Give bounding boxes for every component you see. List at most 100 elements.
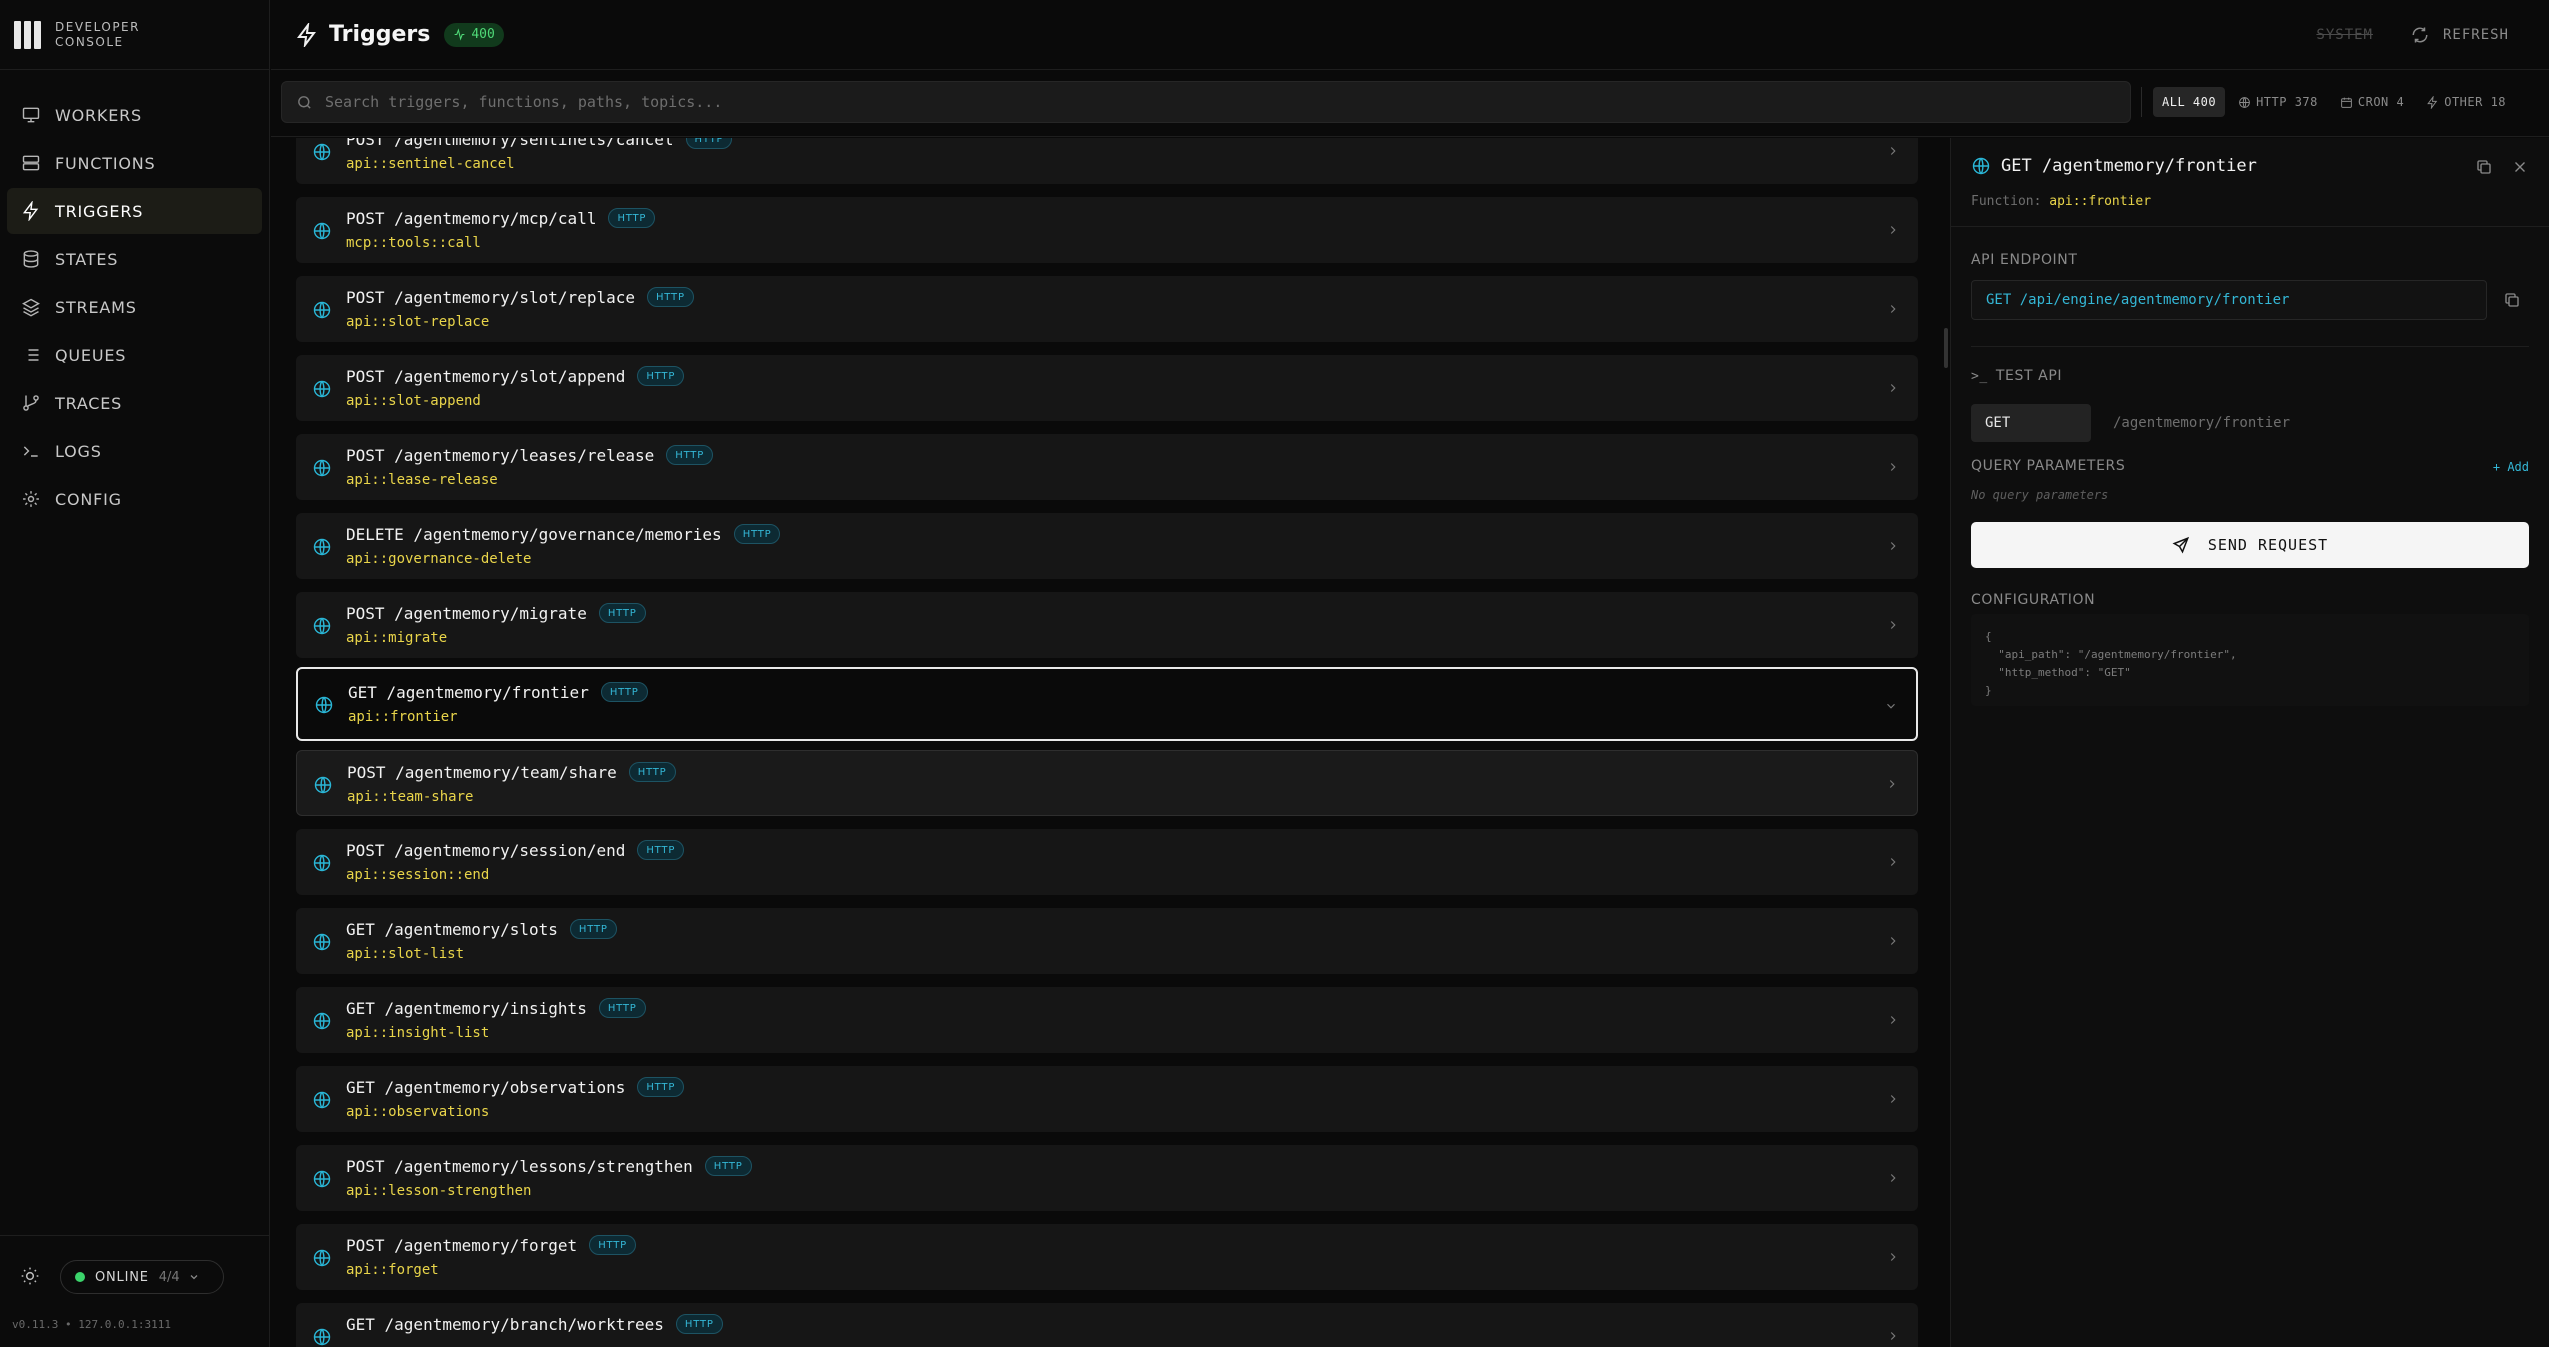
chevron-right-icon (1890, 463, 1896, 471)
trigger-row[interactable]: DELETE /agentmemory/governance/memories H… (296, 513, 1918, 579)
trigger-row-selected[interactable]: GET /agentmemory/frontier HTTP api::fronti… (296, 667, 1918, 741)
terminal-icon: >_ (1971, 368, 1988, 384)
trigger-function: api::team-share (347, 789, 474, 805)
globe-icon (313, 143, 331, 161)
version-text: v0.11.3 • 127.0.0.1:3111 (12, 1318, 171, 1331)
refresh-button[interactable]: REFRESH (2411, 26, 2509, 44)
server-icon (22, 155, 40, 171)
trigger-type-badge: HTTP (598, 998, 646, 1018)
status-label: ONLINE (95, 1269, 149, 1285)
globe-icon (313, 380, 331, 398)
chevron-right-icon (1889, 780, 1895, 788)
copy-endpoint-icon[interactable] (2503, 291, 2521, 309)
trigger-path: POST /agentmemory/team/share (347, 762, 617, 782)
list-scrollbar[interactable] (1944, 328, 1948, 368)
send-request-button[interactable]: SEND REQUEST (1971, 522, 2529, 568)
trigger-type-badge: HTTP (704, 1156, 752, 1176)
trigger-type-badge: HTTP (646, 287, 694, 307)
trigger-row[interactable]: GET /agentmemory/observations HTTP api::ob… (296, 1066, 1918, 1132)
app-root: DEVELOPER CONSOLE WORKERS FUNCTIONS TRIG… (0, 0, 2549, 1347)
sidebar-item-triggers[interactable]: TRIGGERS (7, 188, 262, 234)
trigger-row[interactable]: POST /agentmemory/session/end HTTP api::se… (296, 829, 1918, 895)
trigger-path: POST /agentmemory/leases/release (346, 445, 655, 465)
refresh-icon (2412, 27, 2428, 43)
trigger-type-badge: HTTP (569, 919, 617, 939)
trigger-row[interactable]: POST /agentmemory/forget HTTP api::forget (296, 1224, 1918, 1290)
test-api-toggle[interactable]: >_ TEST API (1971, 368, 2062, 384)
trigger-path: GET /agentmemory/insights (346, 998, 587, 1018)
function-value: api::frontier (2049, 194, 2152, 209)
sidebar-item-label: WORKERS (55, 105, 143, 125)
filter-http[interactable]: HTTP 378 (2229, 87, 2327, 117)
trigger-path: GET /agentmemory/frontier (348, 682, 589, 702)
trigger-row[interactable]: GET /agentmemory/insights HTTP api::insigh… (296, 987, 1918, 1053)
method-select[interactable]: GET (1971, 404, 2091, 442)
add-query-param-button[interactable]: + Add (2493, 460, 2529, 474)
filter-all[interactable]: ALL 400 (2153, 87, 2226, 117)
sidebar-item-traces[interactable]: TRACES (7, 380, 262, 426)
trigger-detail-panel: GET /agentmemory/frontier Function: api:… (1951, 138, 2549, 1347)
trigger-row[interactable]: POST /agentmemory/slot/append HTTP api::sl… (296, 355, 1918, 421)
trigger-row[interactable]: GET /agentmemory/slots HTTP api::slot-list (296, 908, 1918, 974)
api-endpoint-label: API ENDPOINT (1971, 252, 2078, 268)
connection-status-pill[interactable]: ONLINE 4/4 (60, 1260, 224, 1294)
trigger-row[interactable]: POST /agentmemory/slot/replace HTTP api::s… (296, 276, 1918, 342)
trigger-list: POST /agentmemory/sentinels/cancel HTTP ap… (296, 138, 1918, 1347)
filter-label: OTHER 18 (2444, 95, 2507, 109)
trigger-count-badge: 400 (444, 22, 504, 47)
close-icon[interactable] (2511, 158, 2529, 176)
configuration-label: CONFIGURATION (1971, 592, 2096, 608)
globe-icon (313, 617, 331, 635)
brand[interactable]: DEVELOPER CONSOLE (0, 0, 269, 70)
sidebar: DEVELOPER CONSOLE WORKERS FUNCTIONS TRIG… (0, 0, 270, 1347)
trigger-row[interactable]: POST /agentmemory/migrate HTTP api::migrat… (296, 592, 1918, 658)
chevron-down-icon (1887, 703, 1895, 709)
system-toggle-button[interactable]: SYSTEM (2316, 27, 2373, 43)
trigger-type-badge: HTTP (600, 682, 648, 702)
sidebar-item-config[interactable]: CONFIG (7, 476, 262, 522)
sidebar-item-label: TRIGGERS (55, 201, 144, 221)
path-input[interactable] (2101, 404, 2529, 442)
api-endpoint-value[interactable]: GET /api/engine/agentmemory/frontier (1971, 280, 2487, 320)
chevron-right-icon (1890, 542, 1896, 550)
trigger-row[interactable]: POST /agentmemory/sentinels/cancel HTTP ap… (296, 138, 1918, 184)
activity-icon (454, 28, 465, 41)
trigger-type-badge: HTTP (733, 524, 781, 544)
trigger-row[interactable]: POST /agentmemory/team/share HTTP api::tea… (296, 750, 1918, 816)
sidebar-item-queues[interactable]: QUEUES (7, 332, 262, 378)
trigger-function: api::lesson-strengthen (346, 1183, 532, 1199)
globe-icon (313, 1170, 331, 1188)
trigger-path: DELETE /agentmemory/governance/memories (346, 524, 722, 544)
theme-toggle-sun-icon[interactable] (20, 1266, 40, 1286)
sidebar-item-states[interactable]: STATES (7, 236, 262, 282)
trigger-path: POST /agentmemory/slot/replace (346, 287, 635, 307)
sidebar-item-label: STATES (55, 249, 119, 269)
copy-icon[interactable] (2475, 158, 2493, 176)
terminal-icon (23, 446, 38, 457)
globe-icon (313, 459, 331, 477)
filter-other[interactable]: OTHER 18 (2417, 87, 2515, 117)
sidebar-item-streams[interactable]: STREAMS (7, 284, 262, 330)
chevron-right-icon (1890, 1332, 1896, 1340)
chevron-right-icon (1890, 621, 1896, 629)
filter-tabs: ALL 400 HTTP 378 CRON 4 OTHER 18 (2153, 87, 2519, 117)
filter-cron[interactable]: CRON 4 (2331, 87, 2413, 117)
trigger-row[interactable]: POST /agentmemory/lessons/strengthen HTTP… (296, 1145, 1918, 1211)
sidebar-item-workers[interactable]: WORKERS (7, 92, 262, 138)
search-input[interactable] (325, 93, 2130, 111)
chevron-right-icon (1890, 1253, 1896, 1261)
chevron-right-icon (1890, 1174, 1896, 1182)
trigger-function: api::governance-delete (346, 551, 532, 567)
trigger-row[interactable]: POST /agentmemory/mcp/call HTTP mcp::tools… (296, 197, 1918, 263)
trigger-path: POST /agentmemory/forget (346, 1235, 578, 1255)
sidebar-item-functions[interactable]: FUNCTIONS (7, 140, 262, 186)
sidebar-item-logs[interactable]: LOGS (7, 428, 262, 474)
sidebar-item-label: LOGS (55, 441, 102, 461)
trigger-type-badge: HTTP (685, 138, 733, 149)
trigger-type-badge: HTTP (675, 1314, 723, 1334)
search-bar: ALL 400 HTTP 378 CRON 4 OTHER 18 (271, 71, 2549, 137)
sidebar-item-label: CONFIG (55, 489, 122, 509)
trigger-row[interactable]: POST /agentmemory/leases/release HTTP api:… (296, 434, 1918, 500)
layers-icon (22, 298, 40, 317)
trigger-row[interactable]: GET /agentmemory/branch/worktrees HTTP (296, 1303, 1918, 1347)
